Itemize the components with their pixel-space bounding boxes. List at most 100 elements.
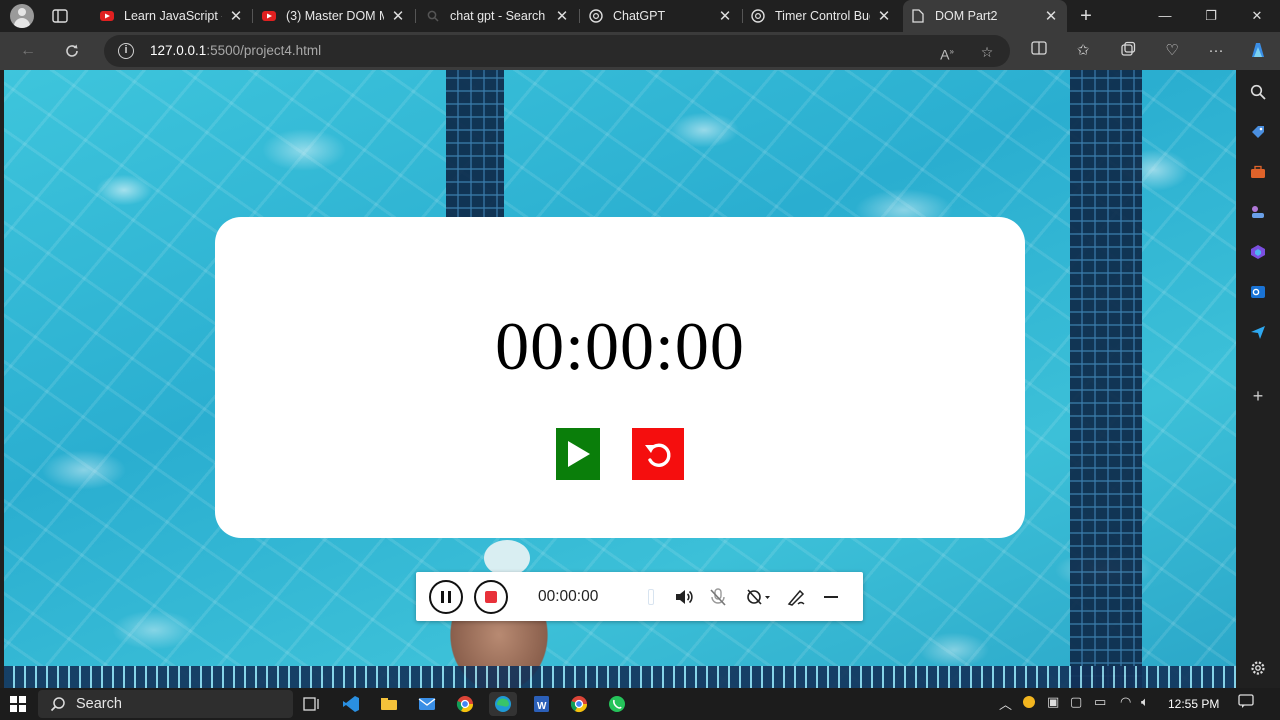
annotate-pen-icon[interactable] [785,586,809,608]
screen-recording-toolbar: 00:00:00 [416,572,863,621]
chatgpt-icon [751,9,765,23]
restore-icon[interactable]: ❐ [1188,0,1234,32]
tab-dom-part2[interactable]: DOM Part2 ✕ [903,0,1067,32]
tab-strip: Learn JavaScript - ✕ (3) Master DOM M ✕ … [0,0,1280,32]
pool-lane-marker [1070,70,1142,688]
search-icon[interactable] [1248,82,1268,102]
microphone-muted-icon[interactable] [706,586,730,608]
wifi-icon[interactable]: ◠ [1120,694,1131,710]
refresh-icon[interactable] [61,40,83,62]
shopping-tag-icon[interactable] [1248,122,1268,142]
sidebar-settings-icon[interactable] [1248,658,1268,678]
tab-master-dom[interactable]: (3) Master DOM M ✕ [254,0,414,32]
show-hidden-icons[interactable]: ︿ [999,694,1012,713]
recording-elapsed-time: 00:00:00 [538,588,599,605]
word-icon[interactable]: W [527,692,555,716]
copilot-icon[interactable] [1248,41,1268,61]
minimize-toolbar-icon[interactable] [819,586,843,608]
battery-icon[interactable]: ▭ [1094,694,1106,710]
youtube-icon [100,9,114,23]
tab-title: Timer Control Bug [775,9,870,23]
browser-toolbar: ← i 127.0.0.1:5500/project4.html A» ☆ ✩ … [0,32,1280,70]
weather-icon[interactable] [1021,694,1037,713]
tab-timer-control-bug[interactable]: Timer Control Bug ✕ [743,0,900,32]
close-tab-icon[interactable]: ✕ [390,7,406,25]
tab-title: ChatGPT [613,9,666,23]
collections-icon[interactable] [1118,41,1138,61]
site-info-icon[interactable]: i [118,43,134,59]
taskbar-search-box[interactable]: Search [38,690,293,718]
address-url: 127.0.0.1:5500/project4.html [150,43,322,58]
pause-icon [441,591,451,603]
favorites-icon[interactable]: ✩ [1073,41,1093,61]
close-tab-icon[interactable]: ✕ [1043,7,1059,25]
tab-separator [252,9,253,23]
pool-edge-tiles [4,666,1236,688]
taskbar-search-label: Search [76,696,122,712]
search-icon [426,9,440,23]
microsoft-365-icon[interactable] [1248,242,1268,262]
tab-separator [415,9,416,23]
edge-icon[interactable] [489,692,517,716]
new-tab-icon[interactable]: + [1076,4,1096,28]
tab-learn-javascript[interactable]: Learn JavaScript - ✕ [92,0,252,32]
close-tab-icon[interactable]: ✕ [717,7,733,25]
minimize-icon[interactable]: — [1142,0,1188,32]
chrome-profile-icon[interactable] [565,692,593,716]
close-tab-icon[interactable]: ✕ [554,7,570,25]
play-icon [568,441,590,467]
settings-more-icon[interactable]: ··· [1206,41,1226,61]
tab-title: (3) Master DOM M [286,9,384,23]
stop-recording-button[interactable] [474,580,508,614]
tab-chat-gpt-search[interactable]: chat gpt - Search ✕ [418,0,578,32]
tab-title: DOM Part2 [935,9,998,23]
pause-recording-button[interactable] [429,580,463,614]
page-icon [911,9,925,23]
reset-button[interactable] [632,428,684,480]
svg-text:W: W [537,701,547,712]
volume-icon[interactable]: 🔈︎ [1141,694,1149,710]
taskbar-clock[interactable]: 12:55 PM [1168,697,1219,711]
vscode-icon[interactable] [337,692,365,716]
browser-essentials-icon[interactable]: ♡ [1162,41,1182,61]
games-icon[interactable] [1248,202,1268,222]
close-tab-icon[interactable]: ✕ [228,7,244,25]
edge-sidebar: + [1236,70,1280,688]
send-icon[interactable] [1248,322,1268,342]
chrome-icon[interactable] [451,692,479,716]
task-view-icon[interactable] [298,692,326,716]
notifications-icon[interactable] [1238,694,1254,711]
audio-level-meter [648,589,654,605]
back-icon[interactable]: ← [17,40,39,62]
address-bar[interactable]: i 127.0.0.1:5500/project4.html A» ☆ [104,35,1010,67]
timer-display: 00:00:00 [495,308,745,384]
tab-title: Learn JavaScript - [124,9,222,23]
tools-briefcase-icon[interactable] [1248,162,1268,182]
favorite-star-icon[interactable]: ☆ [978,43,996,61]
whatsapp-icon[interactable] [603,692,631,716]
tab-chatgpt[interactable]: ChatGPT ✕ [581,0,741,32]
tab-actions-icon[interactable] [50,7,70,25]
stop-icon [485,591,497,603]
profile-avatar[interactable] [10,4,34,28]
outlook-icon[interactable] [1248,282,1268,302]
mail-icon[interactable] [413,692,441,716]
close-tab-icon[interactable]: ✕ [876,7,892,25]
search-icon [50,697,65,712]
tray-app-icon[interactable]: ▣ [1047,694,1059,710]
windows-start-icon[interactable] [4,692,32,716]
split-screen-icon[interactable] [1029,41,1049,61]
start-button[interactable] [556,428,600,480]
read-aloud-icon[interactable]: A» [938,43,956,63]
file-explorer-icon[interactable] [375,692,403,716]
close-window-icon[interactable]: ✕ [1234,0,1280,32]
add-sidebar-app-icon[interactable]: + [1248,386,1268,406]
meet-now-icon[interactable]: ▢ [1070,694,1082,710]
timer-card: 00:00:00 [215,217,1025,538]
reset-icon [645,443,671,467]
youtube-icon [262,9,276,23]
windows-taskbar: Search W ︿ ▣ ▢ ▭ ◠ 🔈︎ 12:55 PM [0,688,1280,720]
tab-title: chat gpt - Search [450,9,546,23]
camera-off-icon[interactable] [744,586,774,608]
speaker-icon[interactable] [672,586,696,608]
